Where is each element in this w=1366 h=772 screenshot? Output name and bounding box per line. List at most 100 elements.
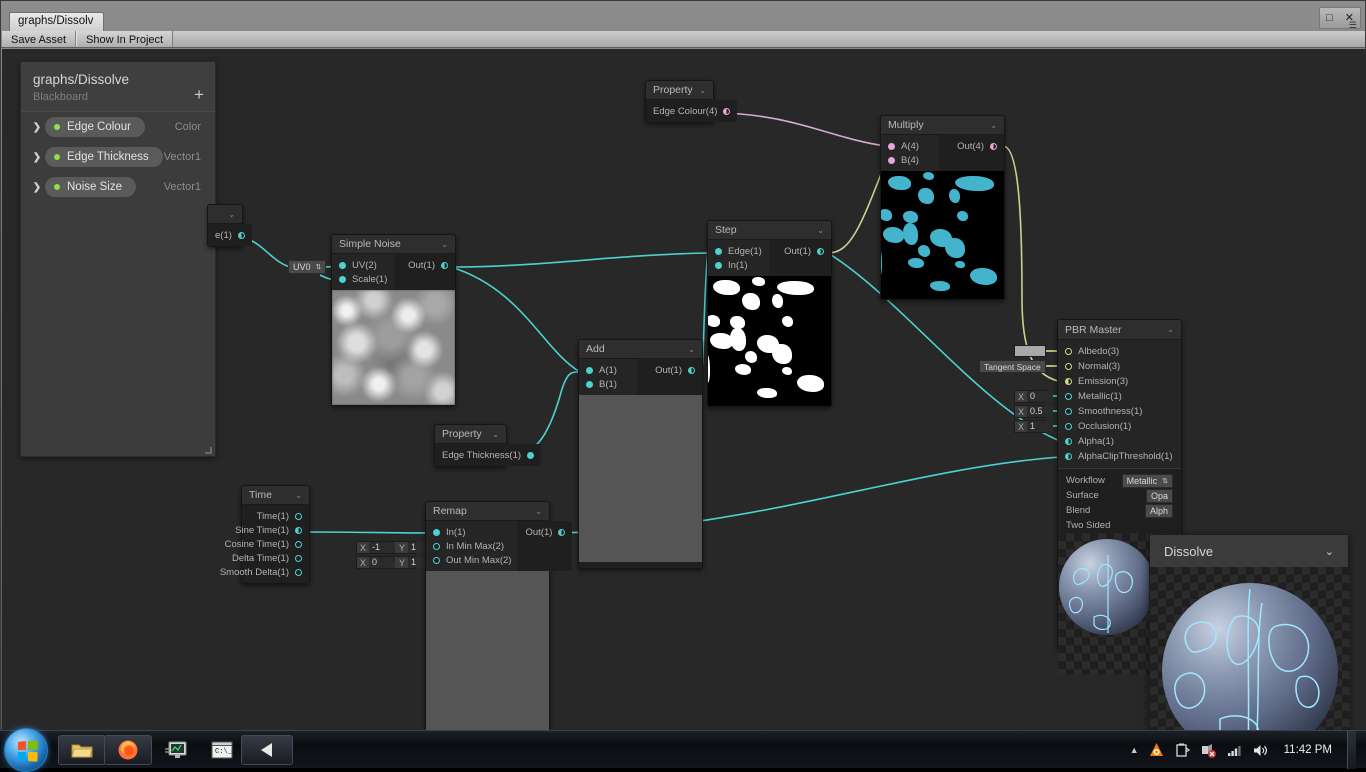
blackboard-resize-handle[interactable] (205, 447, 212, 454)
expand-chevron-icon[interactable]: ❯ (29, 152, 45, 163)
normal-space-dropdown[interactable]: Tangent Space (979, 360, 1046, 373)
save-asset-button[interactable]: Save Asset (1, 31, 76, 47)
node-header[interactable]: Multiply ⌄ (881, 116, 1004, 135)
smoothness-value[interactable]: 0.5 (1027, 406, 1053, 417)
port-dot-icon[interactable] (339, 276, 346, 283)
port-dot-icon[interactable] (1065, 438, 1072, 445)
dissolve-preview-body[interactable] (1150, 567, 1350, 730)
maximize-icon[interactable]: □ (1326, 13, 1333, 24)
node-header[interactable]: PBR Master ⌄ (1058, 320, 1181, 340)
port-dot-icon[interactable] (688, 367, 695, 374)
taskbar-monitor[interactable] (152, 735, 200, 765)
node-time[interactable]: Time ⌄ Time(1) Sine Time(1) (241, 485, 310, 584)
port-dot-icon[interactable] (1065, 348, 1072, 355)
port-dot-icon[interactable] (295, 555, 302, 562)
metallic-value[interactable]: 0 (1027, 391, 1053, 402)
node-header[interactable]: ⌄ (208, 205, 242, 224)
port-out[interactable]: Out(1) (518, 525, 572, 539)
taskbar-firefox[interactable] (104, 735, 152, 765)
port-dot-icon[interactable] (715, 262, 722, 269)
tray-overflow-arrow-icon[interactable]: ▲ (1130, 745, 1139, 755)
port-dot-icon[interactable] (295, 513, 302, 520)
setting-workflow[interactable]: Workflow Metallic ⇅ (1058, 473, 1181, 488)
chevron-down-icon[interactable]: ⌄ (699, 86, 706, 95)
port-in[interactable]: B(4) (881, 153, 939, 167)
port-in[interactable]: In(1) (708, 258, 769, 272)
node-remap[interactable]: Remap ⌄ In(1) In Min Max(2) (425, 501, 550, 730)
occlusion-field[interactable]: X 1 (1014, 420, 1046, 433)
blackboard-property-row[interactable]: ❯ Edge Colour Color (21, 112, 215, 142)
node-multiply[interactable]: Multiply ⌄ A(4) B(4) (880, 115, 1005, 300)
port-in[interactable]: In(1) (426, 525, 518, 539)
port-in[interactable]: UV(2) (332, 258, 394, 272)
albedo-color-swatch[interactable] (1014, 345, 1046, 357)
port-dot-icon[interactable] (527, 452, 534, 459)
node-simple-noise[interactable]: Simple Noise ⌄ UV(2) Scale(1) (331, 234, 456, 406)
uv-channel-dropdown[interactable]: UV0 ⇅ (288, 260, 326, 274)
node-clipped-left[interactable]: ⌄ e(1) (207, 204, 243, 247)
port-dot-icon[interactable] (1065, 378, 1072, 385)
node-header[interactable]: Remap ⌄ (426, 502, 549, 521)
port-out[interactable]: Sine Time(1) (242, 523, 309, 537)
show-in-project-button[interactable]: Show In Project (76, 31, 173, 47)
smoothness-field[interactable]: X 0.5 (1014, 405, 1046, 418)
graph-canvas[interactable]: graphs/Dissolve Blackboard + ❯ Edge Colo… (2, 49, 1366, 730)
port-out[interactable]: Out(1) (401, 258, 455, 272)
surface-dropdown[interactable]: Opa (1146, 489, 1173, 503)
port-dot-icon[interactable] (723, 108, 730, 115)
volume-icon[interactable] (1252, 742, 1269, 759)
chevron-down-icon[interactable]: ⌄ (228, 210, 235, 219)
port-dot-icon[interactable] (238, 232, 245, 239)
port-out[interactable]: e(1) (208, 228, 252, 242)
x-value[interactable]: -1 (369, 542, 395, 553)
port-out[interactable]: Out(1) (648, 363, 702, 377)
node-header[interactable]: Add ⌄ (579, 340, 702, 359)
port-dot-icon[interactable] (295, 569, 302, 576)
dissolve-preview-window[interactable]: Dissolve ⌄ (1149, 534, 1349, 730)
metallic-field[interactable]: X 0 (1014, 390, 1046, 403)
tab-graphs-dissolve[interactable]: graphs/Dissolv (9, 12, 104, 31)
slot-metallic[interactable]: Metallic(1) (1058, 389, 1181, 404)
slot-alpha-clip-threshold[interactable]: AlphaClipThreshold(1) (1058, 449, 1181, 464)
port-dot-icon[interactable] (1065, 363, 1072, 370)
port-in[interactable]: In Min Max(2) (426, 539, 518, 553)
chevron-down-icon[interactable]: ⌄ (817, 226, 824, 235)
battery-icon[interactable] (1174, 742, 1191, 759)
port-out[interactable]: Smooth Delta(1) (242, 565, 309, 579)
slot-albedo[interactable]: Albedo(3) (1058, 344, 1181, 359)
add-property-button[interactable]: + (194, 89, 204, 101)
slot-smoothness[interactable]: Smoothness(1) (1058, 404, 1181, 419)
port-dot-icon[interactable] (1065, 423, 1072, 430)
port-dot-icon[interactable] (715, 248, 722, 255)
avast-icon[interactable] (1148, 742, 1165, 759)
expand-chevron-icon[interactable]: ❯ (29, 122, 45, 133)
chevron-updown-icon[interactable]: ⇅ (1162, 477, 1168, 485)
node-property-edge-thickness[interactable]: Property ⌄ Edge Thickness(1) (434, 424, 507, 467)
setting-blend[interactable]: Blend Alph (1058, 503, 1181, 518)
node-header[interactable]: Step ⌄ (708, 221, 831, 240)
port-dot-icon[interactable] (1065, 408, 1072, 415)
port-out[interactable]: Edge Colour(4) (646, 104, 737, 118)
port-dot-icon[interactable] (295, 527, 302, 534)
port-out[interactable]: Out(1) (777, 244, 831, 258)
blend-dropdown[interactable]: Alph (1145, 504, 1173, 518)
port-in[interactable]: Scale(1) (332, 272, 394, 286)
node-header[interactable]: Time ⌄ (242, 486, 309, 505)
port-dot-icon[interactable] (586, 367, 593, 374)
dissolve-preview-header[interactable]: Dissolve ⌄ (1150, 535, 1348, 567)
remap-in-min-max-field[interactable]: X -1 Y 1 (356, 541, 416, 554)
port-dot-icon[interactable] (433, 543, 440, 550)
port-in[interactable]: Edge(1) (708, 244, 769, 258)
workflow-dropdown[interactable]: Metallic ⇅ (1122, 474, 1173, 488)
blackboard-property-row[interactable]: ❯ Noise Size Vector1 (21, 172, 215, 202)
taskbar-file-explorer[interactable] (58, 735, 106, 765)
node-header[interactable]: Simple Noise ⌄ (332, 235, 455, 254)
property-pill-edge-colour[interactable]: Edge Colour (45, 117, 145, 137)
port-dot-icon[interactable] (441, 262, 448, 269)
network-disconnected-icon[interactable] (1200, 742, 1217, 759)
chevron-down-icon[interactable]: ⌄ (688, 345, 695, 354)
chevron-updown-icon[interactable]: ⇅ (316, 263, 322, 271)
chevron-down-icon[interactable]: ⌄ (1167, 325, 1174, 334)
expand-chevron-icon[interactable]: ❯ (29, 182, 45, 193)
port-in[interactable]: Out Min Max(2) (426, 553, 518, 567)
